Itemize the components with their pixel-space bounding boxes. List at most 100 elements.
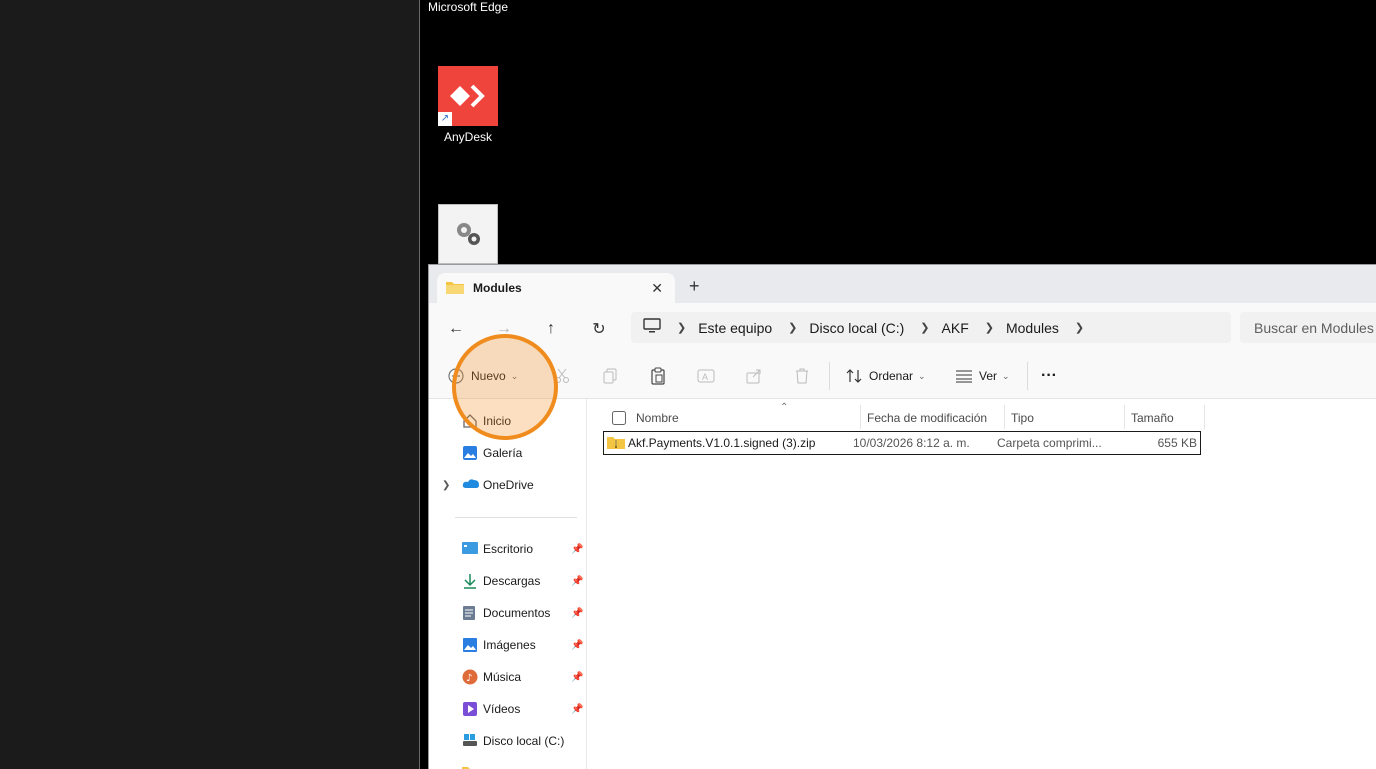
sidebar-item-label: Galería [483,446,523,460]
breadcrumb-modules[interactable]: Modules [1006,320,1059,336]
file-name: Akf.Payments.V1.0.1.signed (3).zip [628,436,816,450]
sidebar-item-galeria[interactable]: Galería [429,439,586,467]
pin-icon[interactable]: 📌 [571,640,583,651]
chevron-right-icon: ❯ [677,322,687,334]
pin-icon[interactable]: 📌 [571,544,583,555]
column-divider[interactable] [860,405,861,429]
sidebar-item-label: Música [483,670,522,684]
breadcrumb-akf[interactable]: AKF [942,320,969,336]
column-header-label: Fecha de modificación [867,411,988,425]
sort-arrows-icon [843,365,865,387]
desktop-icon [462,541,478,557]
computer-icon [643,318,661,337]
sidebar-item-label: Inicio [483,414,512,428]
column-header-modified[interactable]: Fecha de modificación [867,405,987,431]
sidebar-item-imagenes[interactable]: Imágenes 📌 [429,631,586,659]
refresh-icon[interactable]: ↻ [587,317,611,341]
titlebar: Modules ✕ + [429,265,1376,303]
rename-button[interactable]: A [695,362,717,390]
close-tab-icon[interactable]: ✕ [651,280,663,297]
sort-button-label: Ordenar [869,369,914,383]
sidebar-divider [455,517,577,518]
sidebar-item-disco-local[interactable]: Disco local (C:) [429,727,586,755]
chevron-right-icon[interactable]: ❯ [788,321,797,334]
more-options-icon[interactable]: ··· [1041,362,1057,390]
music-icon: ♪ [462,669,478,685]
sidebar-item-inicio[interactable]: Inicio [429,407,586,435]
column-header-name[interactable]: Nombre ⌃ [636,402,788,431]
new-tab-plus-icon[interactable]: + [689,277,700,295]
sidebar-item-descargas[interactable]: Descargas 📌 [429,567,586,595]
pin-icon[interactable]: 📌 [571,672,583,683]
chevron-down-icon: ⌄ [510,370,519,381]
sidebar-item-label: Descargas [483,574,541,588]
view-button[interactable]: Ver ⌄ [953,362,1010,390]
breadcrumb-disco-local[interactable]: Disco local (C:) [809,320,904,336]
sidebar-item-onedrive[interactable]: ❯ OneDrive [429,471,586,499]
navigation-pane: Inicio Galería ❯ OneDrive Escritorio 📌 D… [429,399,587,769]
chevron-right-icon[interactable]: ❯ [442,480,450,491]
clipboard-icon [647,365,669,387]
column-header-size[interactable]: Tamaño [1131,405,1174,431]
chevron-down-icon: ⌄ [1002,370,1010,381]
copy-button[interactable] [599,362,621,390]
file-explorer-window: Modules ✕ + ← → ↑ ↻ ❯ Este equipo ❯ Disc… [428,264,1376,769]
sidebar-item-label: Imágenes [483,638,536,652]
sidebar-item-partial[interactable] [429,759,586,769]
file-list: Nombre ⌃ Fecha de modificación Tipo Tama… [588,399,1376,769]
column-header-label: Nombre [636,411,679,425]
paste-button[interactable] [647,362,669,390]
file-modified: 10/03/2026 8:12 a. m. [853,436,970,450]
sidebar-item-videos[interactable]: Vídeos 📌 [429,695,586,723]
sidebar-item-musica[interactable]: ♪ Música 📌 [429,663,586,691]
delete-button[interactable] [791,362,813,390]
column-header-type[interactable]: Tipo [1011,405,1034,431]
search-input[interactable] [1254,319,1376,336]
navigation-bar: ← → ↑ ↻ ❯ Este equipo ❯ Disco local (C:)… [429,303,1376,352]
up-arrow-icon[interactable]: ↑ [539,317,563,341]
folder-icon [446,280,464,297]
chevron-right-icon[interactable]: ❯ [920,321,929,334]
forward-arrow-icon[interactable]: → [492,317,516,341]
sidebar-item-label: Escritorio [483,542,534,556]
search-box[interactable] [1240,312,1376,343]
drive-icon [462,733,478,749]
desktop-icon-label-edge[interactable]: Microsoft Edge [428,0,508,14]
column-divider[interactable] [1204,405,1205,429]
downloads-icon [462,573,478,589]
chevron-right-icon[interactable]: ❯ [985,321,994,334]
back-arrow-icon[interactable]: ← [444,317,468,341]
sidebar-item-escritorio[interactable]: Escritorio 📌 [429,535,586,563]
select-all-checkbox[interactable] [612,405,626,431]
tab-title: Modules [473,281,522,295]
pin-icon[interactable]: 📌 [571,576,583,587]
share-button[interactable] [743,362,765,390]
pictures-icon [462,637,478,653]
pin-icon[interactable]: 📌 [571,704,583,715]
chevron-down-icon: ⌄ [918,370,926,381]
remote-session-left-pane [0,0,419,769]
cut-button[interactable] [551,362,573,390]
breadcrumb-este-equipo[interactable]: Este equipo [698,320,772,336]
table-row[interactable]: Akf.Payments.V1.0.1.signed (3).zip 10/03… [603,431,1201,455]
toolbar-divider [829,362,830,390]
address-bar[interactable]: ❯ Este equipo ❯ Disco local (C:) ❯ AKF ❯… [631,312,1231,343]
share-icon [743,365,765,387]
new-button[interactable]: Nuevo ⌄ [445,362,518,390]
column-divider[interactable] [1124,405,1125,429]
tab-modules[interactable]: Modules ✕ [437,273,675,303]
sort-button[interactable]: Ordenar ⌄ [843,362,926,390]
pin-icon[interactable]: 📌 [571,608,583,619]
videos-icon [462,701,478,717]
sidebar-item-documentos[interactable]: Documentos 📌 [429,599,586,627]
command-bar: Nuevo ⌄ A Ordenar ⌄ Ver ⌄ ··· [429,352,1376,399]
sidebar-item-label: Disco local (C:) [483,734,565,748]
sidebar-item-label: OneDrive [483,478,534,492]
desktop-icon-settings[interactable] [420,204,516,264]
folder-icon [462,765,478,769]
chevron-right-icon[interactable]: ❯ [1075,321,1084,334]
desktop-icon-anydesk[interactable]: ↗ AnyDesk [420,66,516,144]
column-header-label: Tipo [1011,411,1034,425]
column-divider[interactable] [1004,405,1005,429]
gallery-icon [462,445,478,461]
